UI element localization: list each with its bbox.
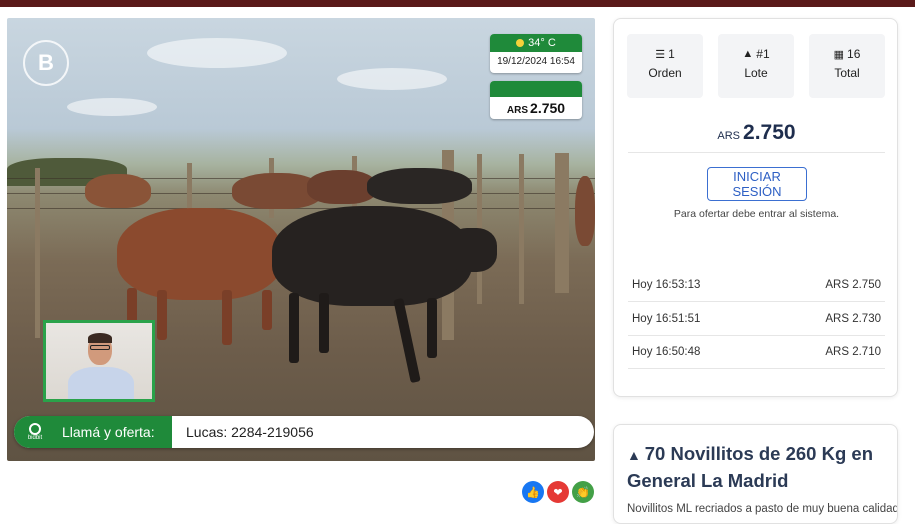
price-overlay: ARS 2.750 <box>490 81 582 119</box>
black-cow <box>272 206 472 306</box>
person-hair <box>88 333 112 343</box>
fence-post <box>519 154 524 304</box>
thumbs-up-icon[interactable]: 👍 <box>522 481 544 503</box>
price-currency: ARS <box>506 105 529 116</box>
divider <box>628 152 885 153</box>
cloud <box>67 98 157 116</box>
date-time: 19/12/2024 16:54 <box>497 56 575 67</box>
cloud <box>337 68 447 90</box>
cow-icon: ▲ <box>627 447 645 463</box>
fence-post <box>187 163 192 213</box>
sun-icon <box>516 39 525 47</box>
boxes-icon: ▦ <box>833 48 845 61</box>
bid-time: Hoy 16:50:48 <box>632 345 701 358</box>
bid-time: Hoy 16:51:51 <box>632 312 701 325</box>
cow <box>575 176 595 246</box>
cow-leg <box>289 293 299 363</box>
call-label: Llamá y oferta: <box>62 424 155 440</box>
black-cow-head <box>447 228 497 272</box>
login-button[interactable]: INICIAR SESIÓN <box>707 167 807 201</box>
cow <box>85 174 151 208</box>
lot-description: Novillitos ML recriados a pasto de muy b… <box>627 503 898 515</box>
login-help-text: Para ofertar debe entrar al sistema. <box>673 208 840 220</box>
temperature: 34° C <box>528 37 556 49</box>
stat-lote: ▲ #1 Lote <box>718 34 794 98</box>
cow <box>367 168 472 204</box>
bid-amount: ARS 2.730 <box>825 312 881 325</box>
cow-leg <box>393 297 421 384</box>
bid-history-row: Hoy 16:53:13 ARS 2.750 <box>628 268 885 301</box>
cloud <box>147 38 287 68</box>
cow-icon: ▲ <box>742 48 754 60</box>
cow-leg <box>319 293 329 353</box>
current-price-value: 2.750 <box>743 121 796 144</box>
lot-title: ▲ 70 Novillitos de 260 Kg en General La … <box>627 443 873 491</box>
current-price-currency: ARS <box>717 130 741 142</box>
clap-icon[interactable]: 👏 <box>572 481 594 503</box>
cow-leg <box>157 290 167 340</box>
auctioneer-webcam <box>43 320 155 402</box>
auction-logo-badge: B <box>23 40 69 86</box>
bid-amount: ARS 2.750 <box>825 278 881 291</box>
price-value: 2.750 <box>530 100 566 116</box>
call-contact: Lucas: 2284-219056 <box>186 424 314 440</box>
brown-cow <box>117 208 282 300</box>
cow-leg <box>222 290 232 345</box>
stat-total: ▦ 16 Total <box>809 34 885 98</box>
current-price: ARS 2.750 <box>614 121 899 145</box>
fence-wire <box>7 208 595 209</box>
bid-history-row: Hoy 16:50:48 ARS 2.710 <box>628 335 885 368</box>
divider <box>628 368 885 369</box>
stat-orden: ☰ 1 Orden <box>627 34 703 98</box>
bidbit-logo: bidbit <box>22 423 48 441</box>
person-glasses <box>90 345 110 350</box>
weather-overlay: 34° C 19/12/2024 16:54 <box>490 34 582 73</box>
top-bar <box>0 0 915 7</box>
cow-leg <box>427 298 437 358</box>
bid-amount: ARS 2.710 <box>825 345 881 358</box>
person-shirt <box>68 367 134 399</box>
bidding-panel: ☰ 1 Orden ▲ #1 Lote ▦ 16 Total ARS 2.750 INI… <box>613 18 898 397</box>
fence-post <box>35 168 40 338</box>
cow-leg <box>262 290 272 330</box>
bid-time: Hoy 16:53:13 <box>632 278 701 291</box>
heart-icon[interactable]: ❤ <box>547 481 569 503</box>
list-icon: ☰ <box>655 48 666 61</box>
bid-history-row: Hoy 16:51:51 ARS 2.730 <box>628 302 885 335</box>
call-to-bid-bar: bidbit Llamá y oferta: Lucas: 2284-21905… <box>14 416 594 448</box>
live-video[interactable]: B 34° C 19/12/2024 16:54 ARS 2.750 bidbit… <box>7 18 595 461</box>
fence-post <box>555 153 569 293</box>
lot-info-card: ▲ 70 Novillitos de 260 Kg en General La … <box>613 424 898 524</box>
